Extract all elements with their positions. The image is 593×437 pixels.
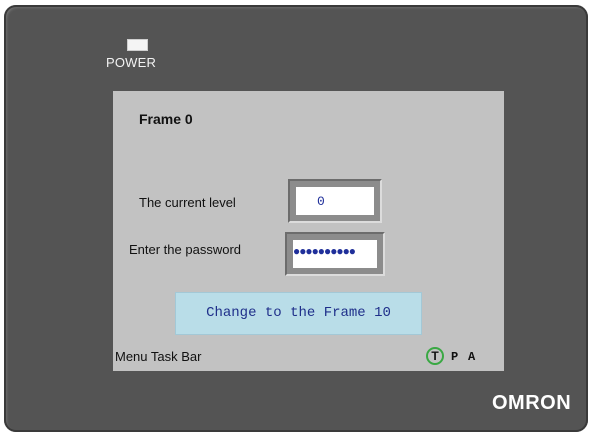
frame-title: Frame 0: [139, 111, 193, 127]
current-level-value: 0: [296, 187, 374, 215]
password-input[interactable]: ●●●●●●●●●●: [285, 232, 385, 276]
password-label: Enter the password: [129, 242, 242, 257]
current-level-display: 0: [288, 179, 382, 223]
power-label: POWER: [106, 55, 157, 70]
password-value[interactable]: ●●●●●●●●●●: [293, 240, 377, 268]
device-bezel: POWER Frame 0 The current level 0 Enter …: [4, 5, 588, 432]
hmi-screen: Frame 0 The current level 0 Enter the pa…: [113, 91, 504, 371]
brand-logo: OMRON: [492, 392, 572, 414]
mode-t-indicator[interactable]: T: [426, 347, 444, 365]
power-indicator-icon: [127, 39, 148, 51]
current-level-label: The current level: [139, 195, 236, 210]
change-frame-button[interactable]: Change to the Frame 10: [175, 292, 422, 335]
mode-p-indicator[interactable]: P: [451, 350, 458, 364]
mode-a-indicator[interactable]: A: [468, 350, 475, 364]
taskbar-label[interactable]: Menu Task Bar: [115, 349, 201, 364]
